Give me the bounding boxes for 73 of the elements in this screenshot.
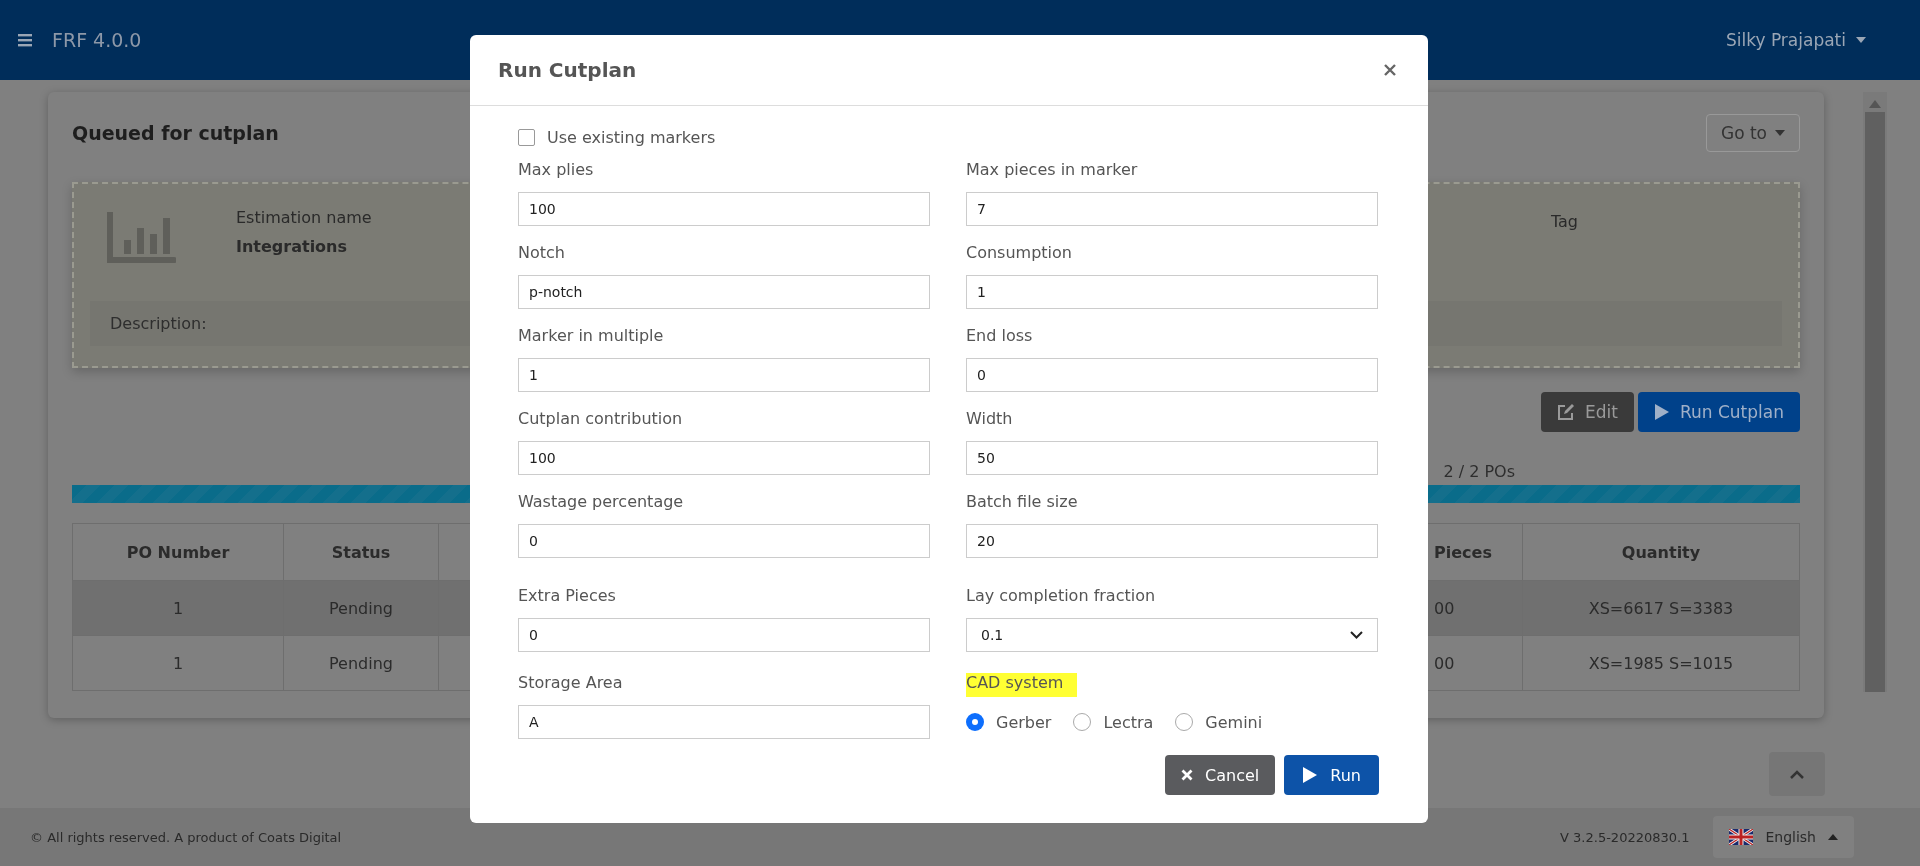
cancel-button[interactable]: Cancel [1165,755,1276,795]
field-label: Wastage percentage [518,492,684,513]
bar-chart-icon [106,212,176,264]
caret-down-icon [1856,37,1866,43]
field-label: Lay completion fraction [966,586,1156,607]
copyright-text: © All rights reserved. A product of Coats Digital [30,829,342,845]
close-icon [1181,769,1194,781]
field-label: Max plies [518,160,594,181]
input-field[interactable]: 20 [966,524,1378,558]
field-label: Cutplan contribution [518,409,683,430]
close-icon [1384,64,1396,76]
column-header: Quantity [1522,523,1800,581]
scroll-top-button[interactable] [1769,752,1825,796]
estimation-name-label: Estimation name [236,208,372,227]
table-cell: 1 [72,580,284,636]
select-dropdown[interactable]: 0.1 [966,618,1378,652]
column-header: PO Number [72,523,284,581]
table-cell: XS=6617 S=3383 [1522,580,1800,636]
input-field[interactable]: 1 [518,358,930,392]
flag-icon [1729,829,1754,845]
estimation-name-value: Integrations [236,237,349,256]
field-label: Extra Pieces [518,586,616,607]
field-label: Consumption [966,243,1072,264]
input-field[interactable]: 0 [518,524,930,558]
input-field[interactable]: 0 [966,358,1378,392]
table-cell: Pending [283,635,439,691]
app-title: FRF 4.0.0 [52,29,142,51]
input-field[interactable]: A [518,705,930,739]
page-title: Queued for cutplan [72,122,279,144]
radio-option[interactable]: Gerber [966,712,1052,732]
input-field[interactable]: 100 [518,441,930,475]
scrollbar[interactable] [1863,92,1887,692]
input-field[interactable]: 100 [518,192,930,226]
radio-option[interactable]: Lectra [1073,712,1154,732]
caret-down-icon [1775,130,1785,136]
table-cell: XS=1985 S=1015 [1522,635,1800,691]
caret-up-icon [1828,834,1838,840]
version-text: V 3.2.5-20220830.1 [1560,829,1690,845]
play-icon [1302,766,1319,784]
field-label: Storage Area [518,673,623,694]
input-field[interactable]: 1 [966,275,1378,309]
menu-icon[interactable] [18,33,32,47]
table-cell: Pending [283,580,439,636]
chevron-down-icon [1350,631,1363,639]
chevron-up-icon [1789,769,1805,779]
tag-label: Tag [1550,212,1578,231]
user-menu[interactable]: Silky Prajapati [1719,29,1872,51]
field-label: Notch [518,243,565,264]
progress-text: 2 / 2 POs [1443,462,1515,481]
radio-option[interactable]: Gemini [1175,712,1263,732]
field-label: Batch file size [966,492,1078,513]
edit-button[interactable]: Edit [1541,392,1634,432]
scroll-up-icon[interactable] [1869,100,1881,108]
field-label: Max pieces in marker [966,160,1138,181]
run-button[interactable]: Run [1284,755,1379,795]
language-selector[interactable]: English [1713,816,1854,858]
input-field[interactable]: 0 [518,618,930,652]
description-label: Description: [110,314,207,333]
table-cell: 1 [72,635,284,691]
field-label: Width [966,409,1013,430]
field-label: End loss [966,326,1033,347]
edit-icon [1557,403,1576,421]
dialog-title: Run Cutplan [498,58,637,82]
checkbox[interactable] [518,128,535,146]
input-field[interactable]: 50 [966,441,1378,475]
column-header: Status [283,523,439,581]
run-cutplan-button[interactable]: Run Cutplan [1637,392,1800,432]
field-label: CAD system [966,673,1078,697]
field-label: Marker in multiple [518,326,664,347]
input-field[interactable]: 7 [966,192,1378,226]
play-icon [1653,403,1670,421]
checkbox-label: Use existing markers [547,127,716,147]
input-field[interactable]: p-notch [518,275,930,309]
